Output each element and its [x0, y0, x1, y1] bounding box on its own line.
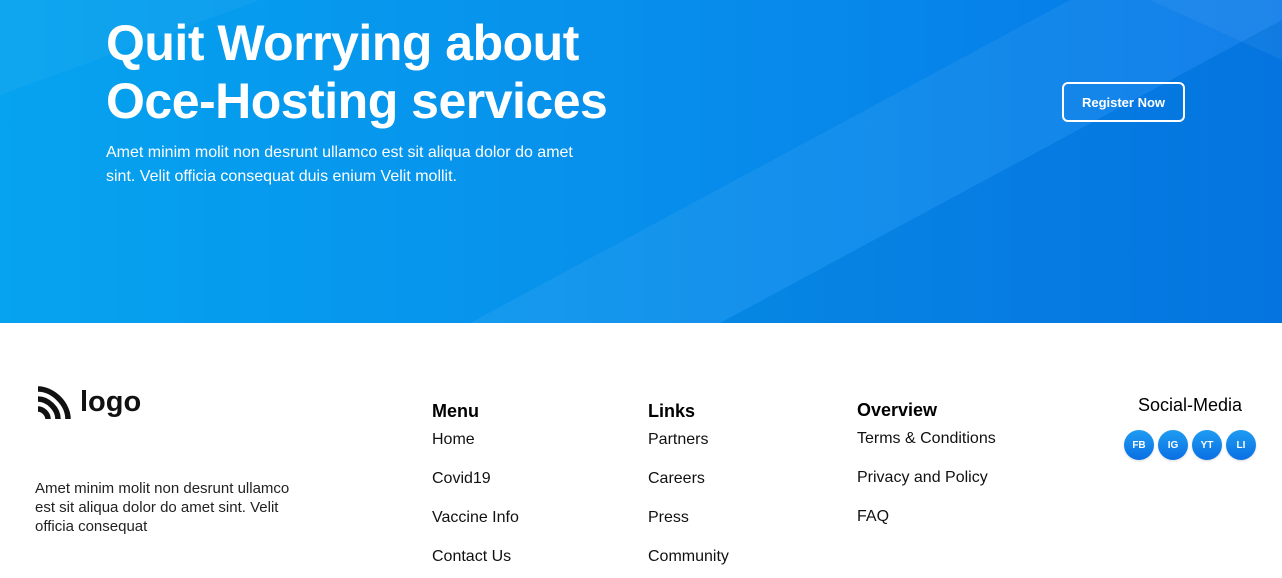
menu-heading: Menu — [432, 401, 479, 421]
hero-subtitle: Amet minim molit non desrunt ullamco est… — [106, 144, 573, 185]
menu-link-contact-us[interactable]: Contact Us — [432, 547, 519, 567]
links-link-press[interactable]: Press — [648, 508, 729, 528]
footer-social-media: Social-Media FB IG YT LI — [1120, 394, 1260, 460]
links-list: Partners Careers Press Community — [648, 430, 729, 567]
hero-title-line-1: Quit Worrying about — [106, 15, 579, 71]
footer-links-column: Links Partners Careers Press Community — [648, 400, 729, 578]
register-now-button[interactable]: Register Now — [1062, 82, 1185, 122]
footer-logo[interactable]: logo — [35, 386, 141, 422]
menu-link-covid19[interactable]: Covid19 — [432, 469, 519, 489]
overview-link-terms[interactable]: Terms & Conditions — [857, 429, 996, 449]
menu-list: Home Covid19 Vaccine Info Contact Us — [432, 430, 519, 567]
footer-description: Amet minim molit non desrunt ullamco est… — [35, 480, 290, 535]
overview-link-faq[interactable]: FAQ — [857, 507, 996, 527]
overview-heading: Overview — [857, 400, 938, 420]
links-link-partners[interactable]: Partners — [648, 430, 729, 450]
menu-link-vaccine-info[interactable]: Vaccine Info — [432, 508, 519, 528]
footer-overview-column: Overview Terms & Conditions Privacy and … — [857, 399, 996, 546]
social-media-heading: Social-Media — [1137, 395, 1243, 415]
overview-link-privacy[interactable]: Privacy and Policy — [857, 468, 996, 488]
logo-text: logo — [80, 386, 142, 418]
overview-list: Terms & Conditions Privacy and Policy FA… — [857, 429, 996, 527]
linkedin-icon[interactable]: LI — [1226, 430, 1256, 460]
hero-title-line-2: Oce-Hosting services — [106, 73, 608, 129]
hero-banner: Quit Worrying about Oce-Hosting services… — [0, 0, 1282, 323]
links-link-community[interactable]: Community — [648, 547, 729, 567]
youtube-icon[interactable]: YT — [1192, 430, 1222, 460]
footer-menu-column: Menu Home Covid19 Vaccine Info Contact U… — [432, 400, 519, 578]
facebook-icon[interactable]: FB — [1124, 430, 1154, 460]
links-link-careers[interactable]: Careers — [648, 469, 729, 489]
rss-feed-icon — [37, 386, 71, 420]
menu-link-home[interactable]: Home — [432, 430, 519, 450]
hero-title: Quit Worrying about Oce-Hosting services — [106, 14, 746, 130]
links-heading: Links — [648, 401, 696, 421]
instagram-icon[interactable]: IG — [1158, 430, 1188, 460]
social-icons-row: FB IG YT LI — [1120, 430, 1260, 460]
